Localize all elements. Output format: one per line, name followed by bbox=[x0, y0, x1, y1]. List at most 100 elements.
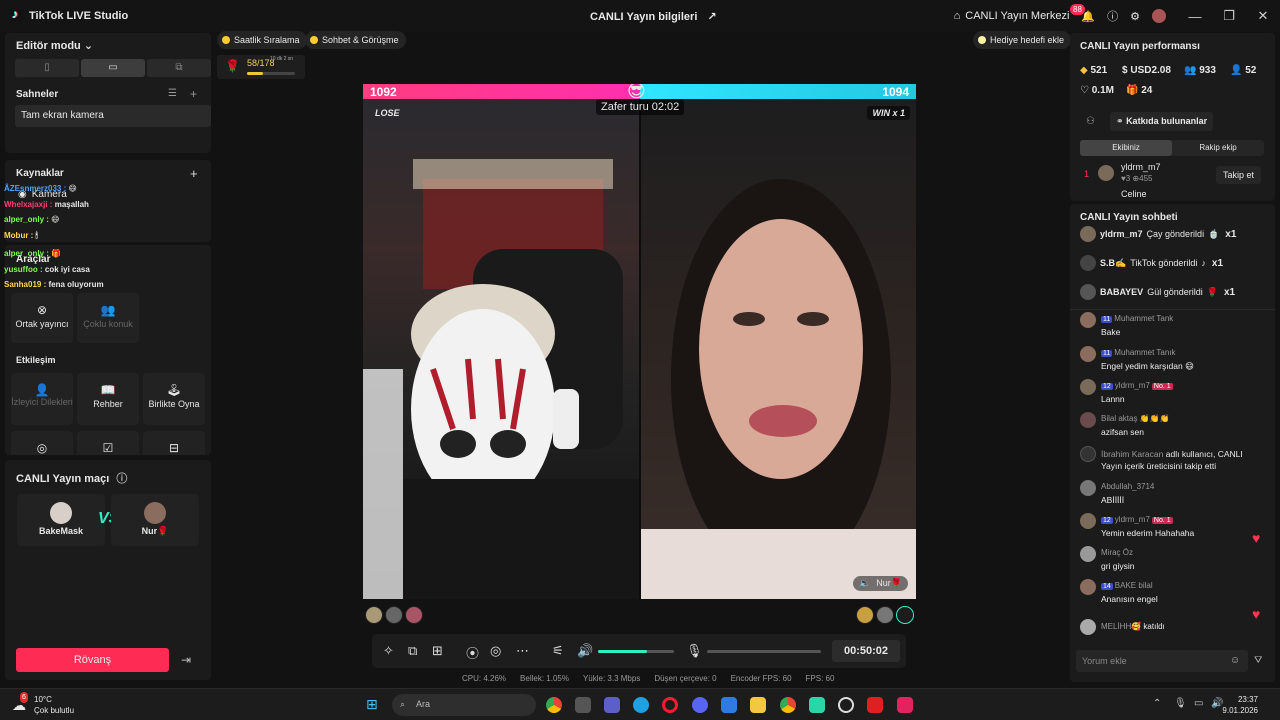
taskbar-search[interactable]: ⌕ Ara bbox=[392, 694, 536, 716]
exit-icon[interactable]: ⇥ bbox=[181, 653, 191, 667]
editor-mode-dropdown[interactable]: Editör modu ⌄ bbox=[16, 39, 93, 52]
chevron-up-icon[interactable]: ⌃ bbox=[1153, 698, 1161, 709]
tiktok-app-icon[interactable] bbox=[897, 697, 913, 713]
maximize-icon[interactable]: ❐ bbox=[1212, 8, 1246, 24]
microphone-volume-slider[interactable] bbox=[707, 650, 821, 653]
windows-start-icon[interactable]: ⊞ bbox=[366, 696, 382, 712]
gift-text: Çay gönderildi bbox=[1146, 229, 1205, 239]
guest-streamer-image bbox=[641, 179, 916, 599]
youtube-icon[interactable] bbox=[867, 697, 883, 713]
speaker-volume-slider[interactable] bbox=[598, 650, 674, 653]
profile-avatar[interactable] bbox=[1152, 9, 1166, 23]
stat-memory: Bellek: 1.05% bbox=[520, 674, 569, 683]
avatar bbox=[1080, 480, 1096, 496]
rotate-mode-icon[interactable]: ⧉ bbox=[147, 59, 211, 77]
guest-tag[interactable]: 🔈 Nur🌹 bbox=[853, 576, 908, 591]
supporter-avatar bbox=[405, 606, 423, 624]
inbox-button[interactable]: ⊟ bbox=[143, 431, 205, 455]
app-icon[interactable] bbox=[809, 697, 825, 713]
joystick-icon: 🕹 bbox=[166, 383, 182, 397]
stat-encoder-fps: Encoder FPS: 60 bbox=[730, 674, 792, 683]
filter-icon[interactable]: ⛛ bbox=[1254, 655, 1262, 666]
multi-guest-button[interactable]: 👥 Çoklu konuk bbox=[77, 293, 139, 343]
chrome-icon[interactable] bbox=[780, 697, 796, 713]
play-together-button[interactable]: 🕹 Birlikte Oyna bbox=[143, 373, 205, 425]
live-chat-panel: CANLI Yayın sohbeti yldrm_m7 Çay gönderi… bbox=[1070, 204, 1275, 682]
settings-gear-icon[interactable]: ⚙ bbox=[1130, 10, 1140, 23]
info-icon[interactable]: ⓘ bbox=[116, 473, 127, 485]
emoji-icon[interactable]: ☺ bbox=[1230, 655, 1240, 666]
help-icon[interactable]: ⓘ bbox=[1107, 8, 1118, 24]
checklist-button[interactable]: ☑ bbox=[77, 431, 139, 455]
speaker-volume-icon[interactable]: 🔊 bbox=[577, 643, 593, 659]
system-clock[interactable]: 23:37 9.01.2026 bbox=[1222, 694, 1258, 716]
landscape-mode-icon[interactable]: ▭ bbox=[81, 59, 145, 77]
add-scene-icon[interactable]: + bbox=[190, 87, 197, 101]
tab-rival-team[interactable]: Rakip ekip bbox=[1172, 140, 1264, 156]
camera-switch-icon[interactable]: ◎ bbox=[490, 643, 501, 659]
temperature: 10°C bbox=[34, 695, 52, 704]
rematch-button[interactable]: Rövanş bbox=[16, 648, 169, 672]
clock-time: 23:37 bbox=[1237, 695, 1258, 704]
hourly-ranking-pill[interactable]: Saatlik Sıralama bbox=[217, 31, 307, 49]
bell-icon[interactable]: 🔔 bbox=[1081, 10, 1095, 23]
co-host-button[interactable]: ⊗ Ortak yayıncı bbox=[11, 293, 73, 343]
live-info-button[interactable]: CANLI Yayın bilgileri ↗ bbox=[590, 10, 717, 24]
app-title: TikTok LIVE Studio bbox=[10, 7, 128, 22]
inbox-icon: ⊟ bbox=[168, 441, 180, 455]
player-card-left[interactable]: BakeMask bbox=[17, 494, 105, 546]
team-icon[interactable]: ⚇ bbox=[1086, 116, 1095, 127]
chat-call-pill[interactable]: Sohbet & Görüşme bbox=[305, 31, 406, 49]
weather-widget[interactable]: 6 ☁ 10°C Çok bulutlu bbox=[12, 692, 74, 716]
file-explorer-icon[interactable] bbox=[750, 697, 766, 713]
magic-effects-icon[interactable]: ✧ bbox=[383, 643, 394, 659]
edge-icon[interactable] bbox=[633, 697, 649, 713]
adjust-sliders-icon[interactable]: ⚟ bbox=[552, 643, 564, 659]
rose-icon: 🌹 bbox=[225, 59, 240, 73]
result-right: WIN x 1 bbox=[867, 106, 910, 120]
more-options-icon[interactable]: ⋯ bbox=[516, 643, 529, 659]
live-center-button[interactable]: ⌂ CANLI Yayın Merkezi bbox=[954, 10, 1070, 22]
minimize-icon[interactable]: — bbox=[1178, 9, 1212, 24]
chrome-icon[interactable] bbox=[546, 697, 562, 713]
comment-input[interactable]: Yorum ekle bbox=[1076, 650, 1248, 672]
screen-share-icon[interactable]: ⧉ bbox=[408, 643, 417, 659]
teams-icon[interactable] bbox=[604, 697, 620, 713]
chat-title: CANLI Yayın sohbeti bbox=[1080, 212, 1178, 223]
pill-label: Hediye hedefi ekle bbox=[990, 35, 1065, 45]
guide-button[interactable]: 📖 Rehber bbox=[77, 373, 139, 425]
poll-button[interactable]: ◎ bbox=[11, 431, 73, 455]
left-team-supporters[interactable] bbox=[365, 606, 423, 626]
list-icon[interactable]: ☰ bbox=[168, 88, 177, 99]
gift-goal-widget[interactable]: 🌹 58/178 10 dk 2 sn bbox=[217, 55, 305, 79]
close-icon[interactable]: ✕ bbox=[1246, 8, 1280, 24]
tab-my-team[interactable]: Ekibiniz bbox=[1080, 140, 1172, 156]
microphone-tray-icon[interactable]: 🎙 bbox=[1174, 698, 1187, 709]
microphone-icon[interactable]: 🎙 bbox=[686, 643, 703, 659]
home-icon: ⌂ bbox=[953, 10, 961, 22]
opera-icon[interactable] bbox=[662, 697, 678, 713]
mail-icon[interactable] bbox=[721, 697, 737, 713]
guest-name: Nur🌹 bbox=[876, 578, 902, 588]
player1-name: BakeMask bbox=[38, 526, 84, 536]
add-gift-goal-button[interactable]: Hediye hedefi ekle bbox=[973, 31, 1072, 49]
scenes-title: Sahneler bbox=[16, 89, 59, 100]
avatar bbox=[50, 502, 72, 524]
overlay-chat-line: yusuffoo : cok iyi casa bbox=[4, 264, 90, 274]
app-icon[interactable] bbox=[575, 697, 591, 713]
app-icon[interactable] bbox=[838, 697, 854, 713]
supporter-avatar bbox=[876, 606, 894, 624]
player-card-right[interactable]: Nur🌹 bbox=[111, 494, 199, 546]
portrait-mode-icon[interactable]: ▯ bbox=[15, 59, 79, 77]
right-team-supporters[interactable] bbox=[856, 606, 914, 626]
discord-icon[interactable] bbox=[692, 697, 708, 713]
network-icon[interactable]: ▭ bbox=[1194, 698, 1203, 709]
user-icon bbox=[1080, 446, 1096, 462]
contributors-button[interactable]: ⚭ Katkıda bulunanlar bbox=[1110, 112, 1214, 131]
follow-button[interactable]: Takip et bbox=[1216, 166, 1262, 184]
add-layout-icon[interactable]: ⊞ bbox=[432, 643, 443, 659]
cloud-icon: ☁ bbox=[12, 697, 26, 713]
viewer-wishes-button[interactable]: 👤 İzleyici Dilekleri bbox=[11, 373, 73, 425]
record-icon[interactable]: ⦿ bbox=[466, 643, 479, 662]
scene-item[interactable]: Tam ekran kamera bbox=[15, 105, 211, 127]
